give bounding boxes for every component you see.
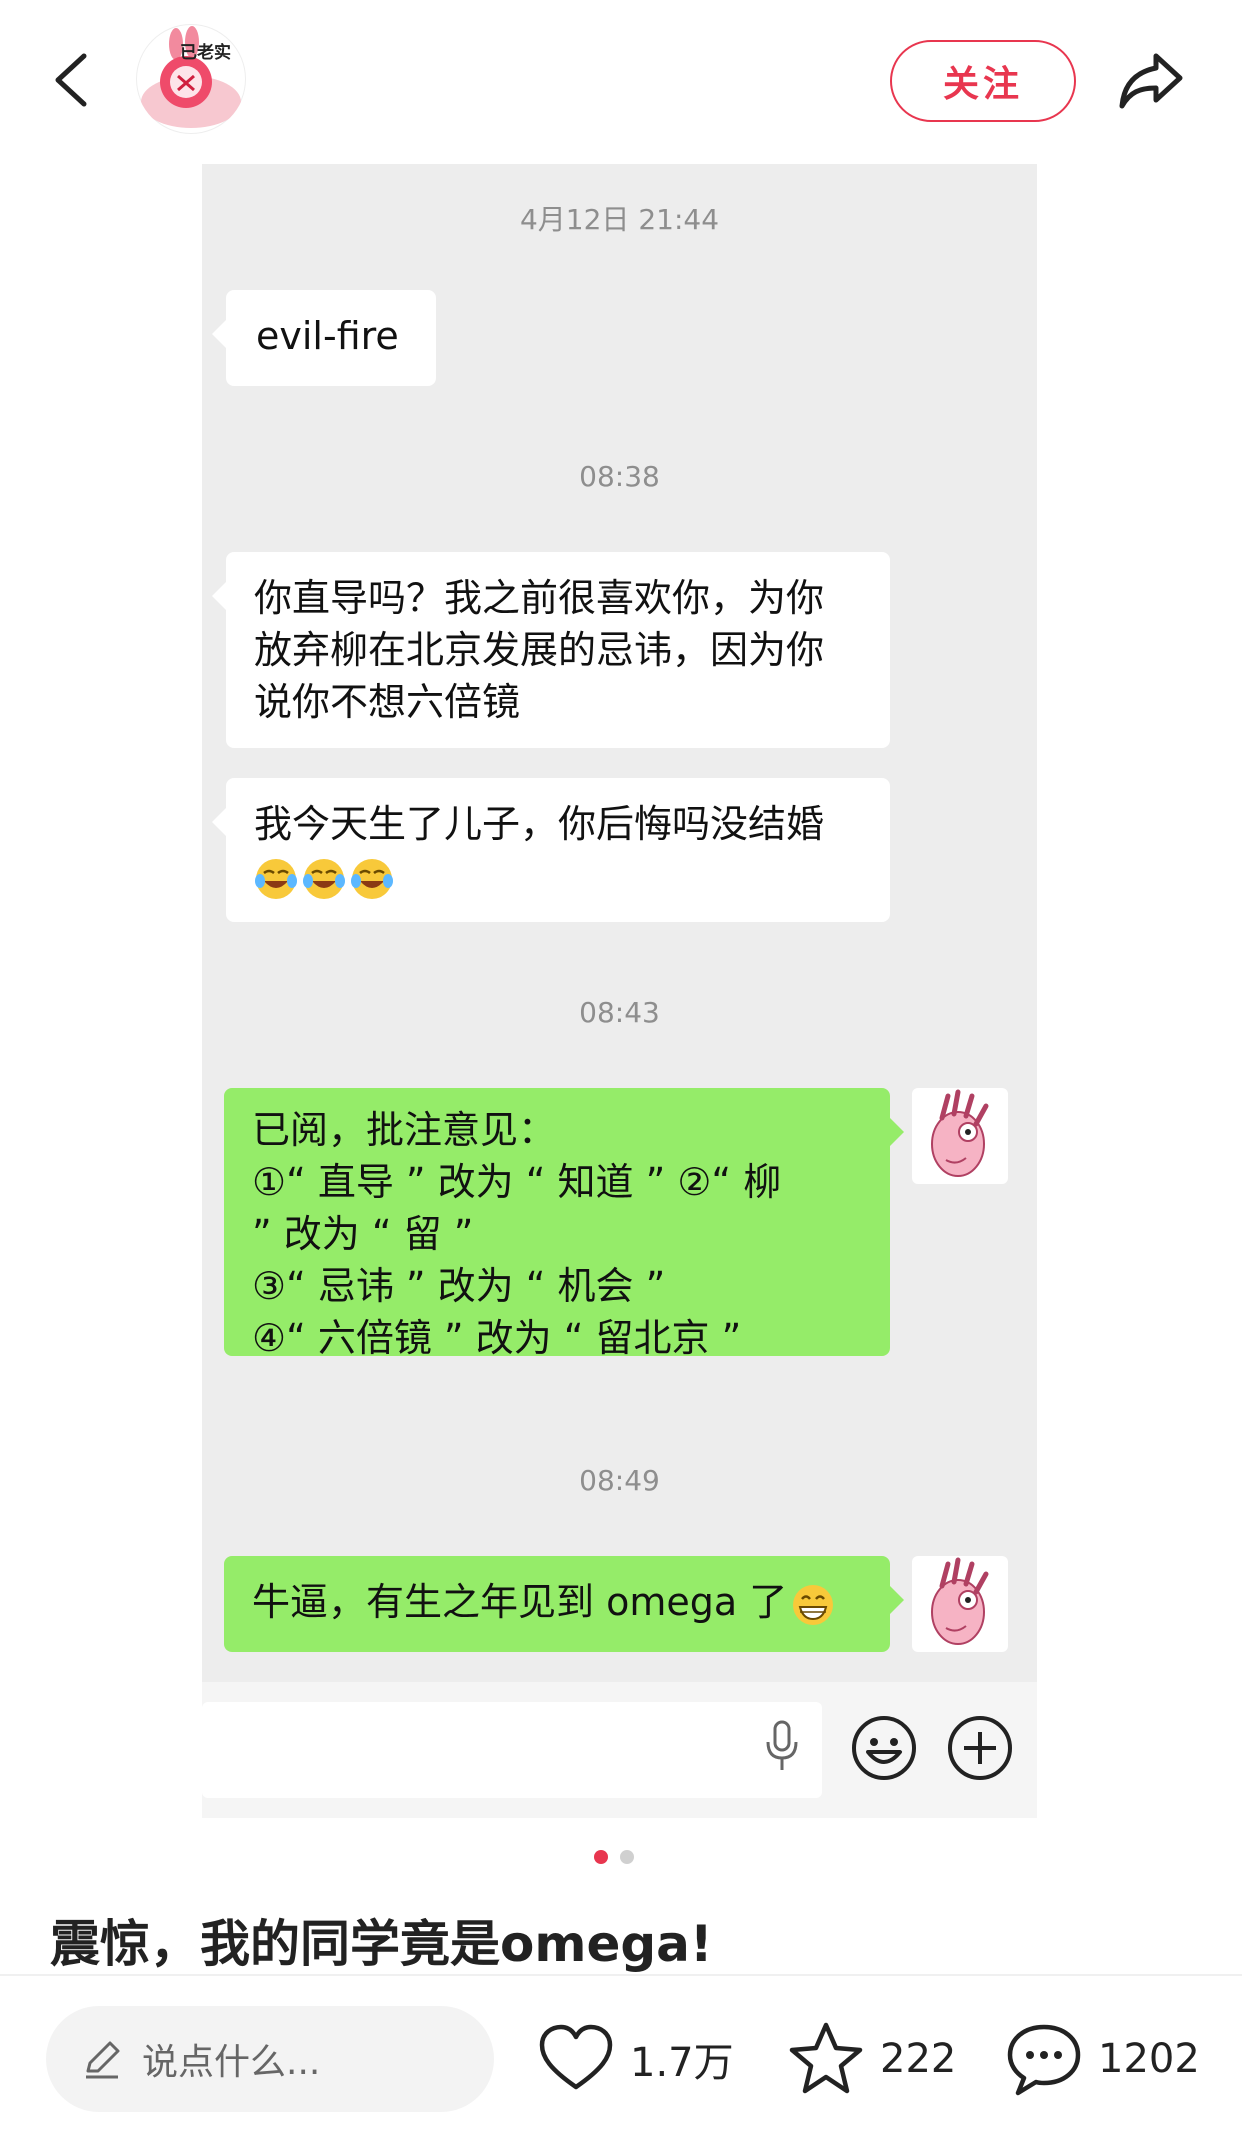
message-text: ③“ 忌讳 ” 改为 “ 机会 ” <box>252 1264 666 1308</box>
message-bubble-outgoing: 牛逼，有生之年见到 omega 了 <box>224 1556 904 1652</box>
plus-circle-icon <box>948 1716 1012 1780</box>
message-text: 已阅，批注意见： <box>252 1108 557 1152</box>
message-text-content: 牛逼，有生之年见到 omega 了 <box>252 1580 788 1624</box>
chat-timestamp: 08:38 <box>579 460 660 493</box>
message-text: 你直导吗？我之前很喜欢你，为你 <box>254 576 825 620</box>
follow-button[interactable]: 关注 <box>890 40 1076 122</box>
share-button[interactable] <box>1114 44 1188 118</box>
grinning-emoji-icon <box>793 1584 834 1625</box>
back-button[interactable] <box>40 40 110 120</box>
message-text: ” 改为 “ 留 ” <box>252 1212 474 1256</box>
self-avatar <box>912 1556 1008 1652</box>
post-title: 震惊，我的同学竟是omega! <box>50 1915 713 1973</box>
share-arrow-icon <box>1119 53 1183 109</box>
chat-timestamp: 4月12日 21:44 <box>519 203 720 236</box>
chat-timestamp: 08:43 <box>579 996 660 1029</box>
message-text: 我今天生了儿子，你后悔吗没结婚 <box>254 802 825 846</box>
laughing-crying-emoji-icon <box>303 858 345 899</box>
avatar-sticker-text: 已老实 <box>180 43 231 63</box>
favorite-button[interactable]: 222 <box>786 2016 956 2102</box>
chevron-left-icon <box>55 53 87 107</box>
pink-face-sticker-icon <box>931 1089 989 1177</box>
comment-count: 1202 <box>1098 2036 1200 2082</box>
pagination-dot[interactable] <box>620 1850 634 1864</box>
emoji-row <box>254 850 862 902</box>
microphone-icon <box>766 1720 798 1770</box>
pink-face-sticker-icon <box>931 1557 989 1645</box>
message-text: evil-fire <box>256 314 399 358</box>
message-bubble-outgoing: 已阅，批注意见： ①“ 直导 ” 改为 “ 知道 ” ②“ 柳 ” 改为 “ 留… <box>224 1088 904 1360</box>
message-bubble-incoming: 我今天生了儿子，你后悔吗没结婚 <box>212 778 890 922</box>
chat-bubble-icon <box>1007 2024 1081 2096</box>
heart-icon <box>539 2024 613 2090</box>
emoji-smile-icon <box>852 1716 916 1780</box>
chat-input-bar <box>202 1682 1037 1818</box>
comment-input[interactable]: 说点什么... <box>46 2006 494 2112</box>
message-text: 牛逼，有生之年见到 omega 了 <box>252 1576 862 1628</box>
divider <box>0 1974 1242 1976</box>
chat-screenshot: 4月12日 21:44 evil-fire 08:38 你直导吗？我之前很喜欢你… <box>202 164 1037 1682</box>
comment-button[interactable]: 1202 <box>1004 2016 1200 2102</box>
message-text: 说你不想六倍镜 <box>254 680 521 724</box>
message-text: ①“ 直导 ” 改为 “ 知道 ” ②“ 柳 <box>252 1160 782 1204</box>
message-text: 放弃柳在北京发展的忌讳，因为你 <box>254 628 825 672</box>
author-avatar[interactable]: 已老实 <box>136 24 246 134</box>
star-icon <box>789 2022 863 2094</box>
chat-timestamp: 08:49 <box>579 1464 660 1497</box>
like-count: 1.7万 <box>630 2040 734 2086</box>
chat-message-input <box>202 1702 822 1798</box>
laughing-crying-emoji-icon <box>255 858 297 899</box>
pagination-dot-active[interactable] <box>594 1850 608 1864</box>
like-button[interactable]: 1.7万 <box>536 2016 734 2102</box>
message-bubble-incoming: evil-fire <box>212 290 436 386</box>
favorite-count: 222 <box>880 2036 957 2082</box>
pencil-icon <box>86 2041 120 2079</box>
laughing-crying-emoji-icon <box>351 858 393 899</box>
self-avatar <box>912 1088 1008 1184</box>
message-text: ④“ 六倍镜 ” 改为 “ 留北京 ” <box>252 1316 742 1360</box>
message-bubble-incoming: 你直导吗？我之前很喜欢你，为你 放弃柳在北京发展的忌讳，因为你 说你不想六倍镜 <box>212 552 890 748</box>
comment-placeholder: 说点什么... <box>142 2042 321 2083</box>
